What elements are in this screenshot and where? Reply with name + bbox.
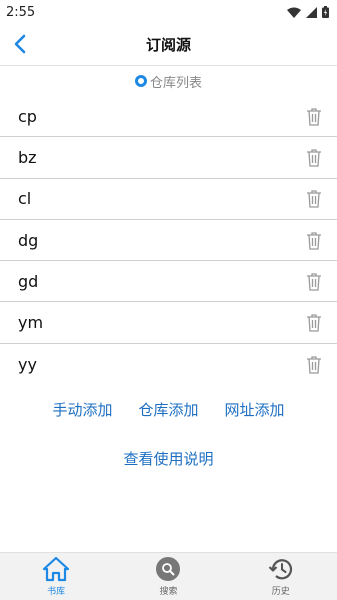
battery-icon — [322, 6, 329, 18]
status-bar: 2:55 — [0, 0, 337, 24]
trash-icon[interactable] — [305, 147, 323, 167]
wifi-icon — [287, 7, 301, 18]
search-icon — [156, 557, 181, 581]
home-icon — [43, 556, 70, 582]
source-name: yy — [18, 354, 37, 374]
status-icons — [287, 6, 329, 18]
source-row[interactable]: yy — [0, 344, 337, 385]
nav-library[interactable]: 书库 — [16, 556, 96, 597]
source-name: ym — [18, 313, 44, 333]
source-row[interactable]: dg — [0, 220, 337, 262]
signal-icon — [306, 6, 317, 18]
history-icon — [268, 559, 292, 580]
trash-icon[interactable] — [305, 230, 323, 250]
source-row[interactable]: cp — [0, 96, 337, 138]
source-name: gd — [18, 271, 39, 291]
trash-icon[interactable] — [305, 189, 323, 209]
source-name: bz — [18, 147, 37, 167]
source-row[interactable]: gd — [0, 261, 337, 303]
nav-library-label: 书库 — [47, 587, 66, 597]
trash-icon[interactable] — [305, 271, 323, 291]
repo-list-toggle[interactable]: 仓库列表 — [0, 66, 337, 96]
main-content: 仓库列表 cp bz cl dg gd ym yy 手动添加 仓库添加 网址添加… — [0, 66, 337, 552]
repo-add-button[interactable]: 仓库添加 — [138, 399, 198, 420]
nav-history[interactable]: 历史 — [241, 556, 321, 597]
source-name: cp — [18, 106, 37, 126]
nav-history-label: 历史 — [271, 587, 290, 597]
help-row: 查看使用说明 — [0, 448, 337, 469]
nav-search[interactable]: 搜索 — [128, 556, 208, 597]
status-time: 2:55 — [6, 4, 36, 20]
source-row[interactable]: cl — [0, 179, 337, 220]
source-row[interactable]: bz — [0, 137, 337, 179]
help-link[interactable]: 查看使用说明 — [123, 448, 213, 469]
bottom-nav: 书库 搜索 历史 — [0, 552, 337, 600]
add-actions: 手动添加 仓库添加 网址添加 — [0, 399, 337, 420]
page-title: 订阅源 — [145, 36, 191, 54]
nav-search-label: 搜索 — [159, 587, 178, 597]
source-name: dg — [18, 230, 39, 250]
radio-selected-icon — [134, 75, 147, 87]
trash-icon[interactable] — [305, 106, 323, 126]
source-list: cp bz cl dg gd ym yy — [0, 96, 337, 385]
back-arrow-icon — [14, 34, 26, 54]
source-name: cl — [18, 189, 32, 209]
source-row[interactable]: ym — [0, 302, 337, 344]
url-add-button[interactable]: 网址添加 — [225, 399, 285, 420]
manual-add-button[interactable]: 手动添加 — [52, 399, 112, 420]
trash-icon[interactable] — [305, 354, 323, 374]
repo-list-label: 仓库列表 — [149, 75, 202, 91]
back-button[interactable] — [8, 32, 32, 56]
app-bar: 订阅源 — [0, 24, 337, 66]
trash-icon[interactable] — [305, 313, 323, 333]
